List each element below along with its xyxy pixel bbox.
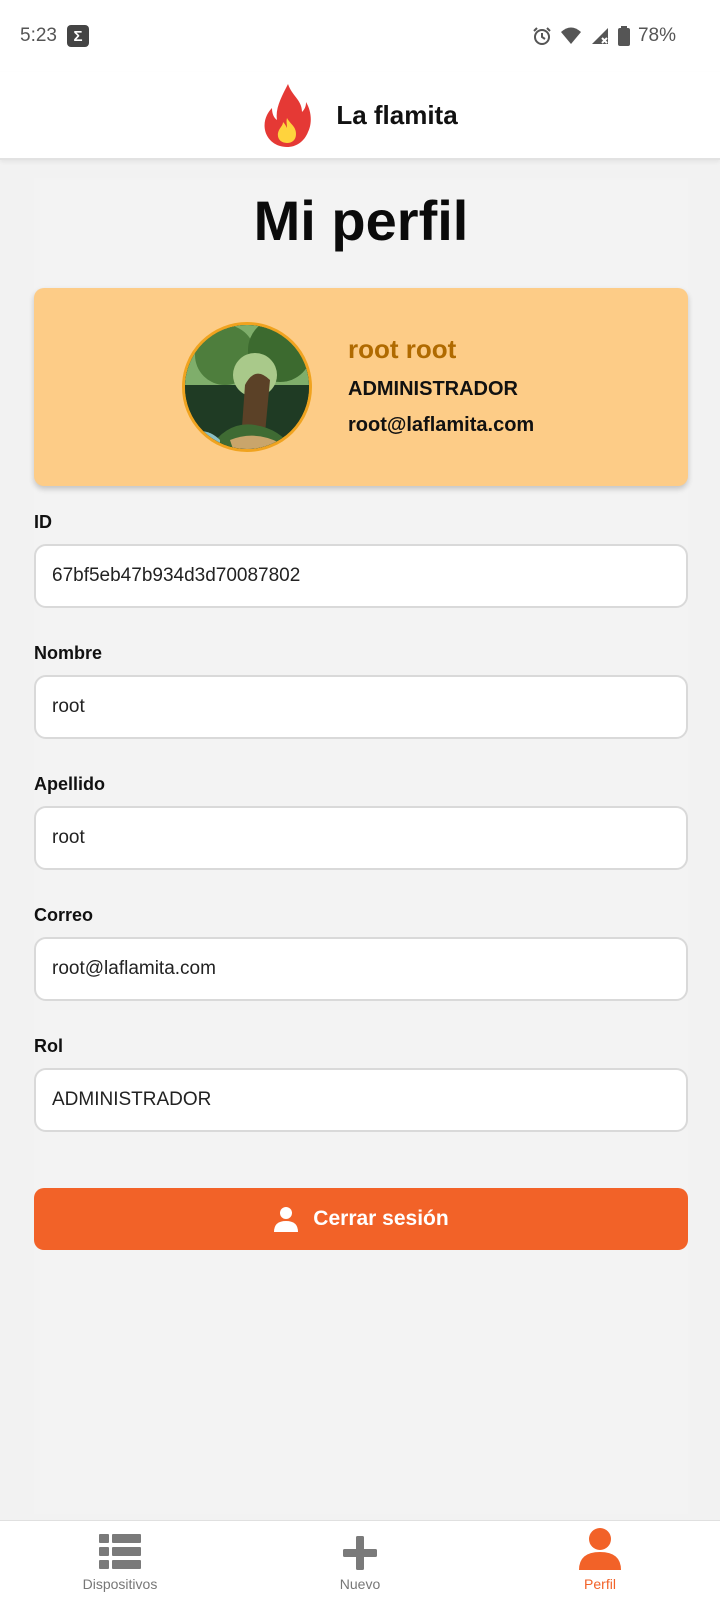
battery-percent: 78% [637,25,676,46]
avatar [182,322,312,452]
apellido-label: Apellido [34,774,105,794]
rol-label: Rol [34,1036,63,1056]
logout-button[interactable]: Cerrar sesión [34,1188,688,1250]
apellido-field[interactable] [34,806,688,870]
bottom-nav: Dispositivos Nuevo Perfil [0,1520,720,1600]
nav-label-dispositivos: Dispositivos [82,1576,158,1592]
profile-email: root@laflamita.com [348,414,535,436]
forest-avatar-image [185,325,309,449]
app-title: La flamita [336,99,458,130]
nav-item-dispositivos[interactable]: Dispositivos [0,1521,240,1600]
profile-card: root root ADMINISTRADOR root@laflamita.c… [34,288,688,486]
wifi-icon [560,27,581,44]
battery-icon [617,26,630,46]
status-time: 5:23 [20,25,57,46]
profile-role: ADMINISTRADOR [348,378,518,400]
correo-label: Correo [34,905,94,925]
nav-item-nuevo[interactable]: Nuevo [240,1521,480,1600]
person-icon [579,1528,621,1570]
nav-label-perfil: Perfil [584,1576,616,1592]
status-bar: 5:23 Σ 78% [0,0,720,72]
nav-label-nuevo: Nuevo [339,1576,381,1592]
flame-logo-icon [264,84,312,147]
sigma-app-icon: Σ [66,25,89,47]
signal-icon [591,28,608,44]
profile-content: Mi perfil root root ADMINISTRADOR root@l… [34,178,688,1514]
nav-item-perfil[interactable]: Perfil [480,1521,720,1600]
correo-field[interactable] [34,937,688,1001]
rol-field[interactable] [34,1068,688,1132]
person-icon [274,1207,299,1232]
logout-button-label: Cerrar sesión [313,1207,449,1230]
app-header: La flamita [0,72,720,160]
nombre-field[interactable] [34,675,688,739]
profile-name: root root [348,334,457,364]
list-icon [99,1534,141,1569]
nombre-label: Nombre [34,643,103,663]
page-title: Mi perfil [253,189,469,252]
id-field[interactable] [34,544,688,608]
alarm-icon [533,27,551,45]
id-label: ID [34,512,52,532]
plus-icon [343,1536,377,1570]
